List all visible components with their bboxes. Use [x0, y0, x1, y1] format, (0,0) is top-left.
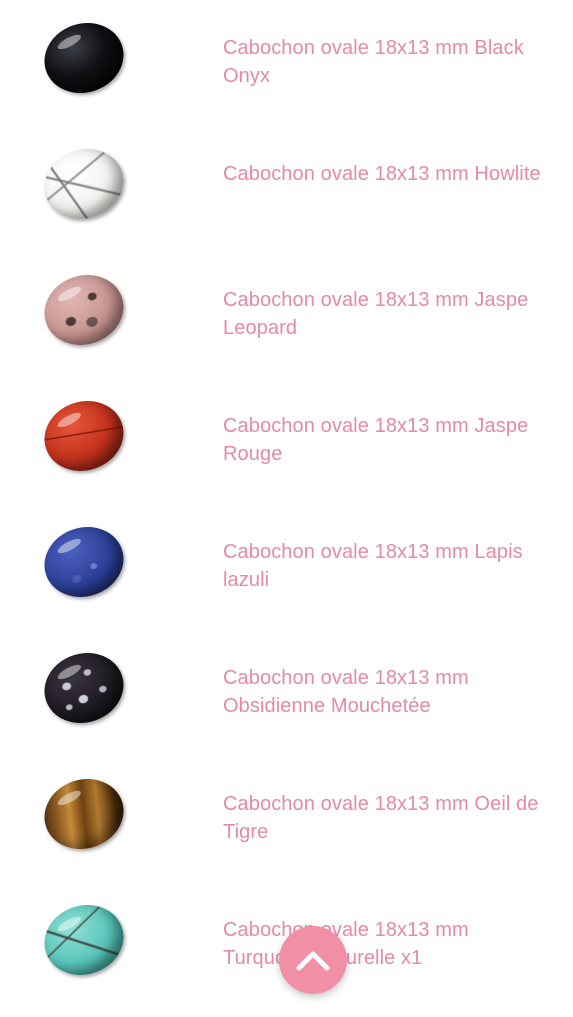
product-image[interactable] — [30, 764, 150, 864]
product-list: Cabochon ovale 18x13 mm Black Onyx Caboc… — [0, 0, 573, 1017]
product-row-oeil-de-tigre[interactable]: Cabochon ovale 18x13 mm Oeil de Tigre — [0, 756, 573, 882]
product-title[interactable]: Cabochon ovale 18x13 mm Jaspe Rouge — [223, 412, 558, 468]
scroll-to-top-button[interactable] — [279, 926, 347, 994]
jaspe-rouge-stone-image — [35, 390, 133, 482]
product-title[interactable]: Cabochon ovale 18x13 mm Jaspe Leopard — [223, 286, 558, 342]
howlite-stone-image — [35, 138, 133, 230]
product-row-jaspe-rouge[interactable]: Cabochon ovale 18x13 mm Jaspe Rouge — [0, 378, 573, 504]
product-title[interactable]: Cabochon ovale 18x13 mm Lapis lazuli — [223, 538, 558, 594]
chevron-up-icon — [296, 951, 330, 971]
product-image[interactable] — [30, 386, 150, 486]
product-title[interactable]: Cabochon ovale 18x13 mm Black Onyx — [223, 34, 558, 90]
product-title[interactable]: Cabochon ovale 18x13 mm Turquoise nature… — [223, 916, 558, 972]
product-image[interactable] — [30, 134, 150, 234]
product-row-howlite[interactable]: Cabochon ovale 18x13 mm Howlite — [0, 126, 573, 252]
product-image[interactable] — [30, 260, 150, 360]
product-row-lapis-lazuli[interactable]: Cabochon ovale 18x13 mm Lapis lazuli — [0, 504, 573, 630]
product-title[interactable]: Cabochon ovale 18x13 mm Howlite — [223, 160, 558, 188]
product-image[interactable] — [30, 512, 150, 612]
product-image[interactable] — [30, 638, 150, 738]
obsidienne-mouchetee-stone-image — [35, 642, 133, 734]
black-onyx-stone-image — [35, 12, 133, 104]
oeil-de-tigre-stone-image — [35, 768, 133, 860]
product-title[interactable]: Cabochon ovale 18x13 mm Oeil de Tigre — [223, 790, 558, 846]
product-title[interactable]: Cabochon ovale 18x13 mm Obsidienne Mouch… — [223, 664, 558, 720]
product-row-jaspe-leopard[interactable]: Cabochon ovale 18x13 mm Jaspe Leopard — [0, 252, 573, 378]
product-row-obsidienne-mouchetee[interactable]: Cabochon ovale 18x13 mm Obsidienne Mouch… — [0, 630, 573, 756]
product-image[interactable] — [30, 890, 150, 990]
lapis-lazuli-stone-image — [35, 516, 133, 608]
product-row-black-onyx[interactable]: Cabochon ovale 18x13 mm Black Onyx — [0, 0, 573, 126]
turquoise-stone-image — [35, 894, 133, 986]
jaspe-leopard-stone-image — [35, 264, 133, 356]
product-image[interactable] — [30, 8, 150, 108]
